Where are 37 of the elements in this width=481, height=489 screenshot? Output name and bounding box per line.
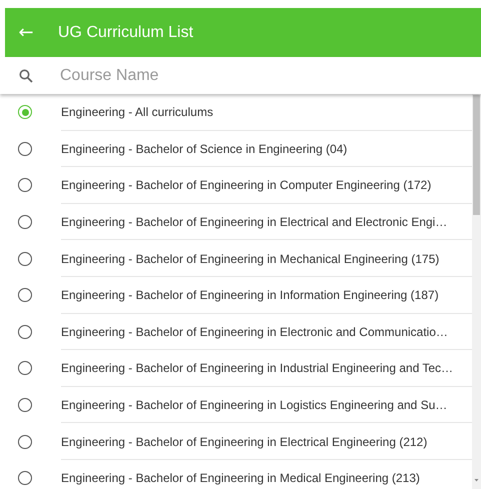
scrollbar[interactable] [472, 94, 481, 489]
radio-button[interactable] [18, 288, 32, 302]
option-label: Engineering - Bachelor of Engineering in Electrical Engineering (212) [61, 434, 428, 449]
radio-button[interactable] [18, 324, 32, 339]
curriculum-option[interactable]: Engineering - Bachelor of Engineering in Mechanical Engineering (175) [0, 240, 472, 277]
curriculum-option[interactable]: Engineering - Bachelor of Engineering in Logistics Engineering and Su… [0, 386, 472, 424]
option-label: Engineering - Bachelor of Engineering in Information Engineering (187) [61, 288, 439, 302]
scroll-down-icon[interactable] [472, 477, 481, 483]
curriculum-option[interactable]: Engineering - Bachelor of Engineering in Electrical and Electronic Engi… [0, 204, 472, 240]
radio-button[interactable] [18, 142, 32, 156]
curriculum-option[interactable]: Engineering - Bachelor of Engineering in Electronic and Communicatio… [0, 314, 472, 350]
radio-button[interactable] [18, 361, 32, 376]
radio-button[interactable] [18, 471, 32, 486]
curriculum-option[interactable]: Engineering - Bachelor of Science in Engineering (04) [0, 130, 472, 168]
page-title: UG Curriculum List [58, 24, 194, 42]
option-label: Engineering - Bachelor of Engineering in Medical Engineering (213) [61, 471, 420, 486]
option-label: Engineering - Bachelor of Science in Engineering (04) [61, 142, 348, 156]
radio-button[interactable] [18, 434, 32, 449]
curriculum-option[interactable]: Engineering - Bachelor of Engineering in Computer Engineering (172) [0, 167, 472, 204]
option-label: Engineering - Bachelor of Engineering in Industrial Engineering and Tec… [61, 361, 454, 376]
scrollbar-thumb[interactable] [473, 95, 480, 215]
curriculum-option[interactable]: Engineering - Bachelor of Engineering in Electrical Engineering (212) [0, 423, 472, 460]
curriculum-option[interactable]: Engineering - Bachelor of Engineering in Industrial Engineering and Tec… [0, 350, 472, 387]
radio-button[interactable] [18, 252, 32, 266]
search-icon [19, 68, 33, 82]
option-label: Engineering - Bachelor of Engineering in Electronic and Communicatio… [61, 324, 448, 339]
radio-button[interactable] [18, 215, 32, 230]
option-label: Engineering - Bachelor of Engineering in Logistics Engineering and Su… [61, 398, 448, 412]
option-label: Engineering - Bachelor of Engineering in Electrical and Electronic Engi… [61, 215, 448, 230]
option-label: Engineering - Bachelor of Engineering in Mechanical Engineering (175) [61, 252, 440, 266]
radio-button[interactable] [18, 398, 32, 412]
radio-button[interactable] [18, 105, 32, 120]
option-label: Engineering - All curriculums [61, 105, 214, 120]
curriculum-option[interactable]: Engineering - All curriculums [0, 94, 472, 131]
option-label: Engineering - Bachelor of Engineering in Computer Engineering (172) [61, 178, 432, 192]
radio-button[interactable] [18, 178, 32, 192]
curriculum-option[interactable]: Engineering - Bachelor of Engineering in Information Engineering (187) [0, 276, 472, 314]
